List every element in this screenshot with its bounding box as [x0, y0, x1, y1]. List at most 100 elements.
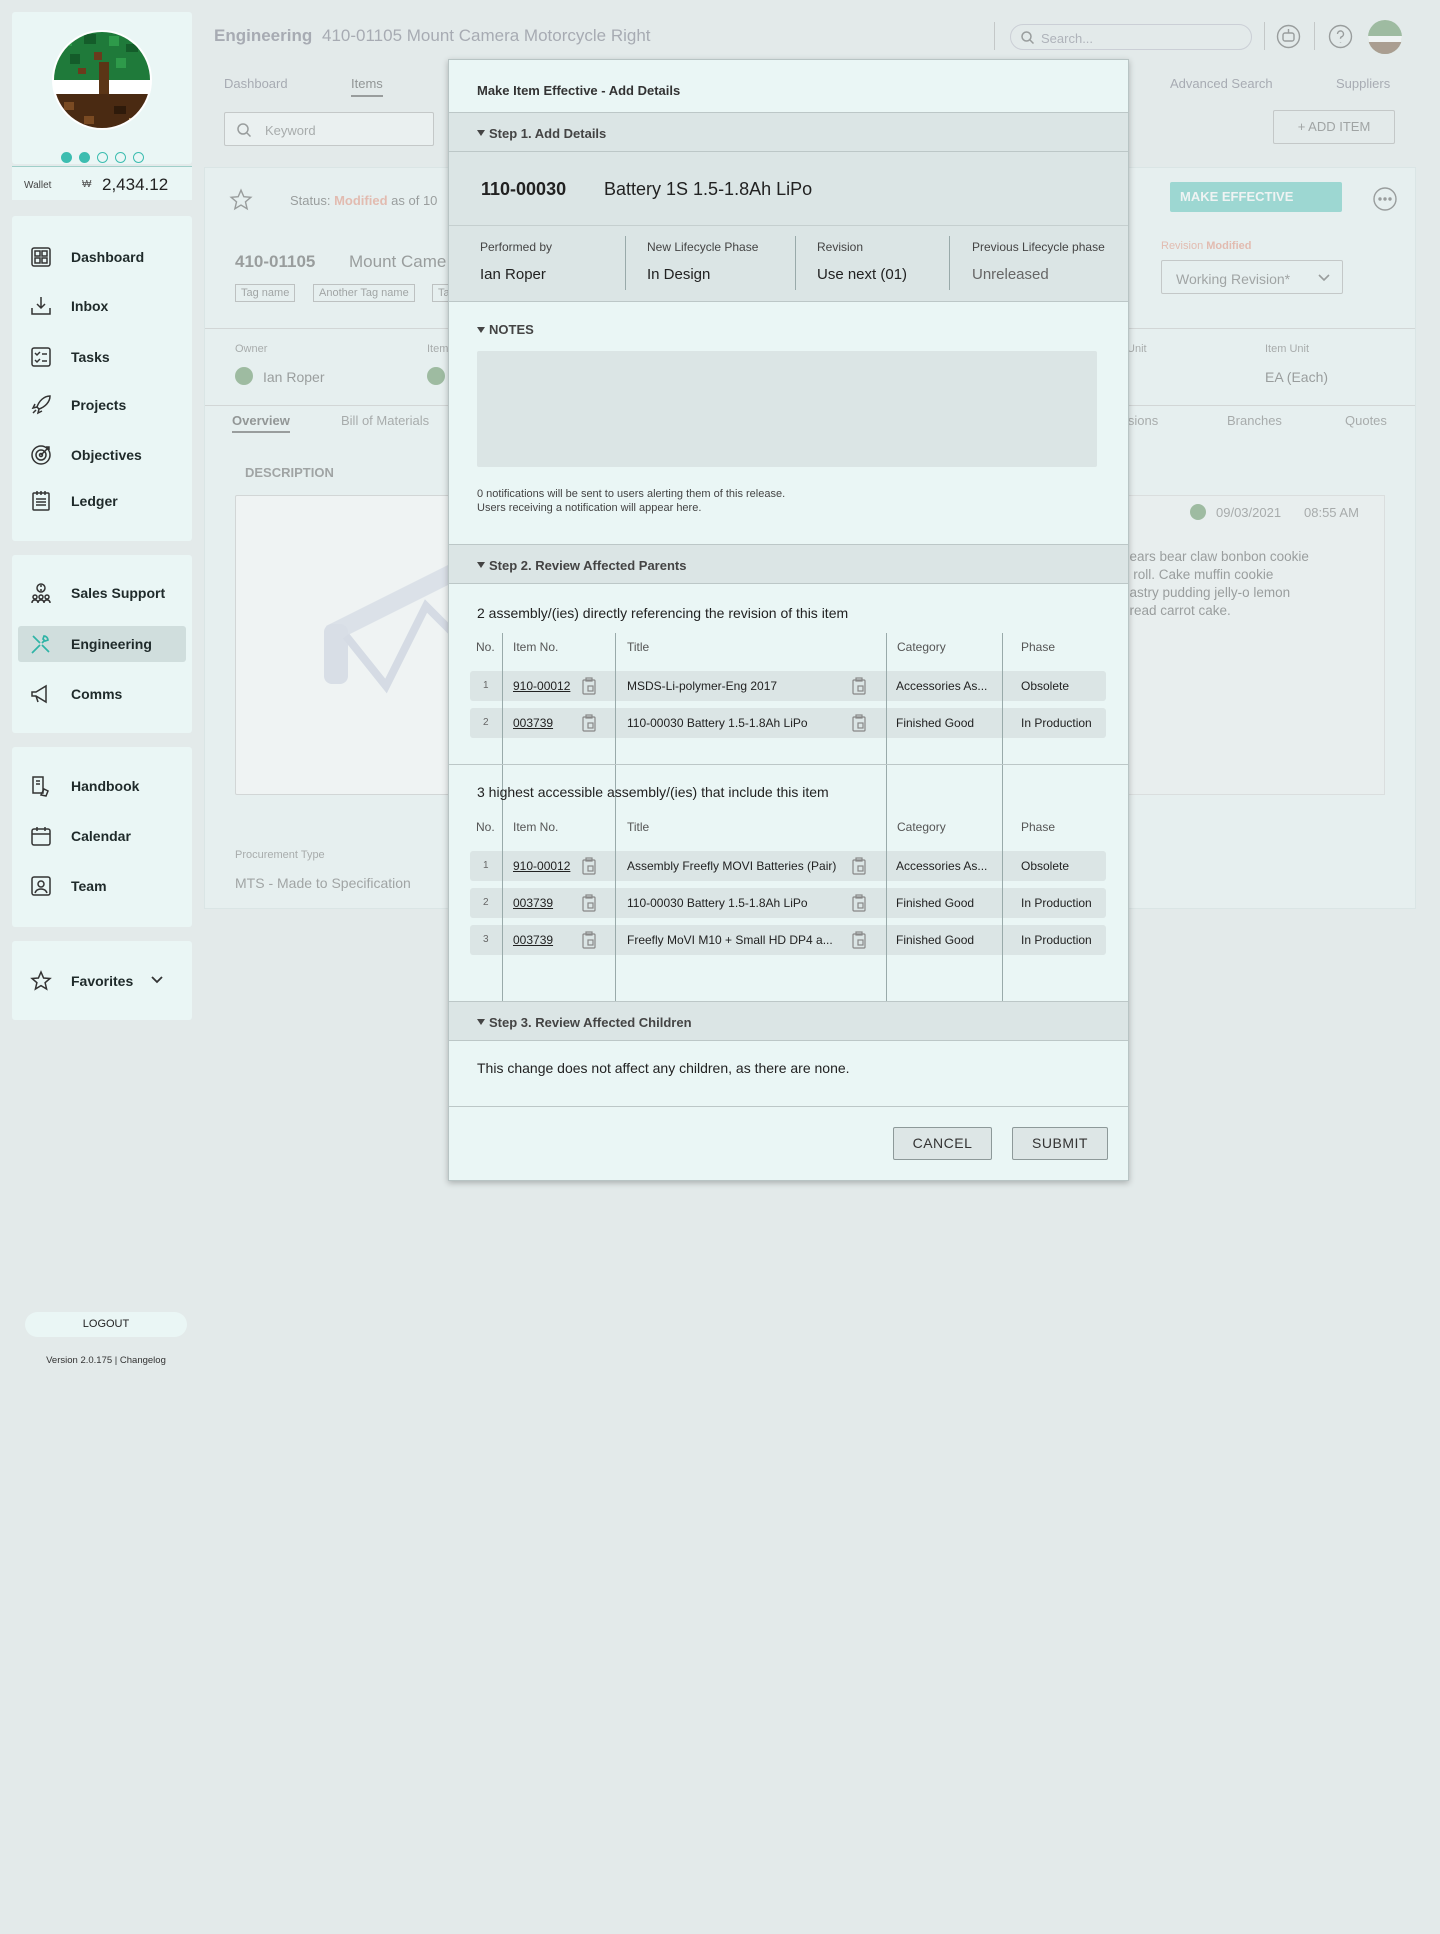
- tab-dashboard[interactable]: Dashboard: [224, 76, 288, 91]
- working-revision-select[interactable]: Working Revision*: [1161, 260, 1343, 294]
- nav-label: Objectives: [71, 447, 142, 463]
- make-effective-button[interactable]: MAKE EFFECTIVE: [1170, 182, 1342, 212]
- nav-item-handbook[interactable]: Handbook: [18, 768, 186, 804]
- item-no-link[interactable]: 003739: [513, 716, 553, 730]
- nav-item-projects[interactable]: Projects: [18, 387, 186, 423]
- table-row[interactable]: 2 003739 110-00030 Battery 1.5-1.8Ah LiP…: [470, 888, 1106, 918]
- tag[interactable]: Tag name: [235, 284, 296, 302]
- tab-items[interactable]: Items: [351, 76, 383, 97]
- user-avatar[interactable]: [52, 30, 152, 130]
- item-no-link[interactable]: 910-00012: [513, 679, 570, 693]
- nav-item-dashboard[interactable]: Dashboard: [18, 239, 186, 275]
- nav-item-comms[interactable]: Comms: [18, 676, 186, 712]
- children-info: This change does not affect any children…: [477, 1060, 850, 1076]
- pager-dot[interactable]: [132, 152, 144, 163]
- pager-dot[interactable]: [96, 152, 108, 163]
- subtab-overview[interactable]: Overview: [232, 413, 290, 433]
- column-divider: [1002, 633, 1003, 813]
- revision: Revision Use next (01): [817, 240, 907, 283]
- item-no-link[interactable]: 003739: [513, 896, 553, 910]
- pager-dot[interactable]: [78, 152, 90, 163]
- subtab-branches[interactable]: Branches: [1227, 413, 1282, 428]
- nav-item-tasks[interactable]: Tasks: [18, 339, 186, 375]
- pager-dot[interactable]: [60, 152, 72, 163]
- rocket-icon: [31, 395, 51, 415]
- clipboard-icon[interactable]: [581, 931, 597, 949]
- clipboard-icon[interactable]: [581, 714, 597, 732]
- tab-advanced-search[interactable]: Advanced Search: [1170, 76, 1273, 91]
- subtab-bom[interactable]: Bill of Materials: [341, 413, 429, 428]
- clipboard-icon[interactable]: [851, 714, 867, 732]
- favorites-toggle[interactable]: Favorites: [18, 963, 186, 999]
- more-options-icon[interactable]: [1372, 186, 1398, 212]
- keyword-input[interactable]: Keyword: [224, 112, 434, 146]
- caret-down-icon: [477, 130, 485, 136]
- table-row[interactable]: 3 003739 Freefly MoVI M10 + Small HD DP4…: [470, 925, 1106, 955]
- nav-item-calendar[interactable]: Calendar: [18, 818, 186, 854]
- col-header-item-no: Item No.: [513, 820, 559, 834]
- details-row: Performed by Ian Roper New Lifecycle Pha…: [449, 225, 1128, 302]
- nav-item-engineering[interactable]: Engineering: [18, 626, 186, 662]
- table-row[interactable]: 2 003739 110-00030 Battery 1.5-1.8Ah LiP…: [470, 708, 1106, 738]
- row-title: 110-00030 Battery 1.5-1.8Ah LiPo: [627, 896, 808, 910]
- item-3d-preview[interactable]: [235, 495, 469, 795]
- caret-down-icon: [477, 1019, 485, 1025]
- clipboard-icon[interactable]: [851, 857, 867, 875]
- clipboard-icon[interactable]: [581, 894, 597, 912]
- breadcrumb-item: 410-01105 Mount Camera Motorcycle Right: [322, 26, 651, 45]
- row-category: Finished Good: [896, 933, 975, 947]
- robot-icon[interactable]: [1276, 24, 1301, 49]
- nav-item-inbox[interactable]: Inbox: [18, 288, 186, 324]
- nav-item-sales-support[interactable]: Sales Support: [18, 575, 186, 611]
- engineering-icon: [31, 635, 50, 654]
- col-header-item-no: Item No.: [513, 640, 559, 654]
- add-item-button[interactable]: + ADD ITEM: [1273, 110, 1395, 144]
- nav-item-ledger[interactable]: Ledger: [18, 483, 186, 519]
- search-input[interactable]: Search...: [1010, 24, 1252, 50]
- subtab-quotes[interactable]: Quotes: [1345, 413, 1387, 428]
- tag[interactable]: Another Tag name: [313, 284, 415, 302]
- caret-down-icon: [477, 327, 485, 333]
- subtab-revisions[interactable]: isions: [1125, 413, 1158, 428]
- clipboard-icon[interactable]: [851, 931, 867, 949]
- submit-button[interactable]: SUBMIT: [1012, 1127, 1108, 1160]
- breadcrumb-section[interactable]: Engineering: [214, 26, 312, 46]
- column-divider: [502, 813, 503, 1031]
- row-title: 110-00030 Battery 1.5-1.8Ah LiPo: [627, 716, 808, 730]
- search-icon: [237, 123, 251, 137]
- clipboard-icon[interactable]: [581, 857, 597, 875]
- comment-time: 08:55 AM: [1304, 505, 1359, 520]
- pager-dot[interactable]: [114, 152, 126, 163]
- step2-header[interactable]: Step 2. Review Affected Parents: [449, 544, 1128, 584]
- user-avatar-small[interactable]: [1368, 20, 1402, 54]
- table-row[interactable]: 1 910-00012 Assembly Freefly MOVI Batter…: [470, 851, 1106, 881]
- step1-header[interactable]: Step 1. Add Details: [449, 112, 1128, 152]
- step3-header[interactable]: Step 3. Review Affected Children: [449, 1001, 1128, 1041]
- owner-avatar: [235, 367, 253, 385]
- item-no-link[interactable]: 003739: [513, 933, 553, 947]
- column-divider: [1002, 813, 1003, 1031]
- star-icon[interactable]: [229, 188, 253, 212]
- version-info[interactable]: Version 2.0.175 | Changelog: [12, 1355, 200, 1366]
- notes-textarea[interactable]: [477, 351, 1097, 467]
- clipboard-icon[interactable]: [851, 894, 867, 912]
- nav-item-team[interactable]: Team: [18, 868, 186, 904]
- notes-label[interactable]: NOTES: [489, 322, 534, 337]
- help-icon[interactable]: [1328, 24, 1353, 49]
- divider: [994, 22, 995, 50]
- clipboard-icon[interactable]: [581, 677, 597, 695]
- profile-card: [12, 12, 192, 164]
- comment-text: bears bear claw bonbon cookie e roll. Ca…: [1122, 548, 1309, 620]
- table-row[interactable]: 1 910-00012 MSDS-Li-polymer-Eng 2017 Acc…: [470, 671, 1106, 701]
- logout-button[interactable]: LOGOUT: [25, 1312, 187, 1337]
- comment-avatar: [1190, 504, 1206, 520]
- tab-suppliers[interactable]: Suppliers: [1336, 76, 1390, 91]
- status-prefix: Status:: [290, 193, 331, 208]
- clipboard-icon[interactable]: [851, 677, 867, 695]
- nav-item-objectives[interactable]: Objectives: [18, 437, 186, 473]
- row-title: Freefly MoVI M10 + Small HD DP4 a...: [627, 933, 833, 947]
- step1-label: Step 1. Add Details: [489, 126, 607, 141]
- item-no-link[interactable]: 910-00012: [513, 859, 570, 873]
- item-avatar: [427, 367, 445, 385]
- cancel-button[interactable]: CANCEL: [893, 1127, 992, 1160]
